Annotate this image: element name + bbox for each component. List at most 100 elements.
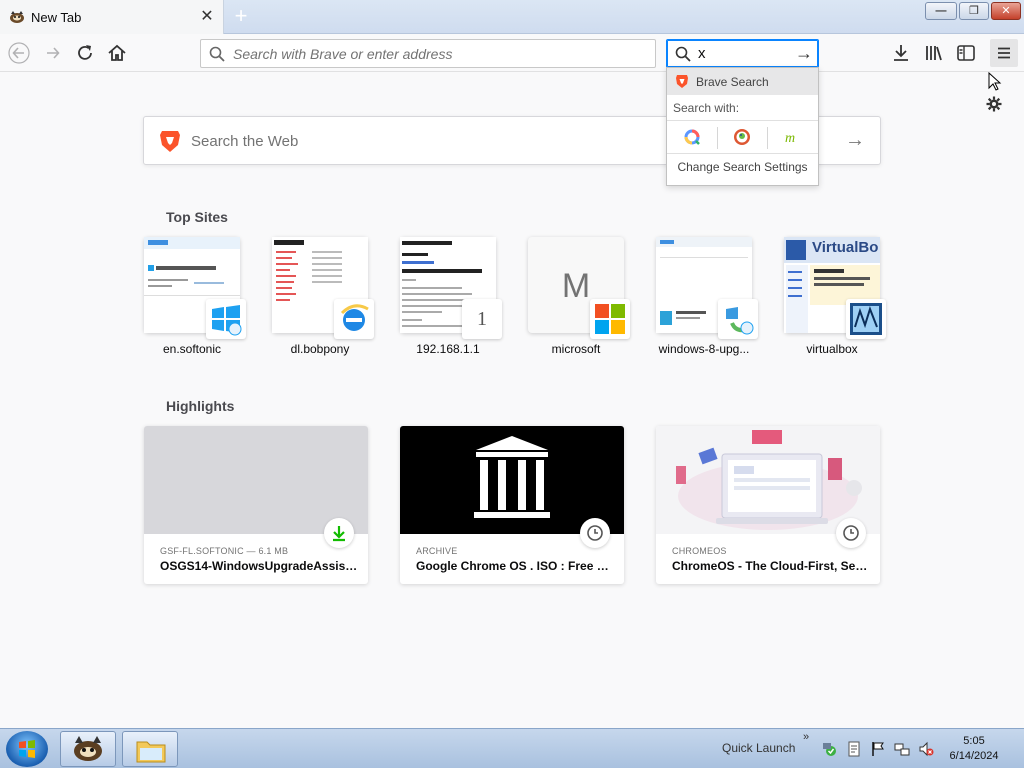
site-label: en.softonic [162,342,222,356]
site-thumbnail: 1 [400,237,502,339]
engine-brave-search[interactable]: Brave Search [667,68,818,95]
address-input[interactable] [233,44,643,64]
site-letter: 1 [477,308,487,330]
windows-logo-icon [212,305,242,336]
back-icon[interactable] [8,42,30,64]
highlight-title: OSGS14-WindowsUpgradeAssist... [160,559,358,573]
reload-icon[interactable] [74,42,96,64]
site-label: windows-8-upg... [658,342,750,356]
site-thumbnail: VirtualBo [784,237,886,339]
title-bar: New Tab ✕ + — ❐ ✕ [0,0,1024,34]
web-search-submit-button[interactable]: → [845,129,865,152]
change-search-settings-button[interactable]: Change Search Settings [667,160,818,174]
new-tab-button[interactable]: + [230,5,252,28]
system-clock[interactable]: 5:05 6/14/2024 [944,734,1004,764]
windows-update-icon [726,307,754,335]
highlight-card[interactable]: ARCHIVE Google Chrome OS . ISO : Free D.… [400,426,624,584]
library-icon[interactable] [923,42,945,64]
maximize-icon: ❐ [969,5,979,17]
windows-start-icon [19,740,35,758]
tab-title: New Tab [31,10,82,25]
search-with-label: Search with: [673,101,740,115]
minimize-icon: — [935,5,947,17]
web-search-placeholder: Search the Web [191,133,299,150]
highlight-card[interactable]: GSF-FL.SOFTONIC — 6.1 MB OSGS14-WindowsU… [144,426,368,584]
hamburger-icon [998,47,1010,59]
close-icon: ✕ [1001,5,1011,17]
minimize-button[interactable]: — [925,2,957,20]
forward-icon[interactable] [42,42,64,64]
site-label: microsoft [551,342,601,356]
close-window-button[interactable]: ✕ [991,2,1021,20]
engine-label: Brave Search [696,75,769,89]
address-bar[interactable] [200,39,656,68]
download-icon [333,526,345,542]
nav-toolbar: x → [0,34,1024,72]
top-sites-title: Top Sites [166,209,228,225]
sidebar-icon[interactable] [955,42,977,64]
recent-badge [836,518,866,548]
clock-icon [587,525,603,541]
qwant-icon[interactable] [683,128,701,146]
top-site-tile[interactable]: 1 192.168.1.1 [400,237,502,356]
site-thumbnail [272,237,374,339]
site-thumbnail [144,237,246,339]
search-icon [675,46,691,62]
separator [717,127,718,149]
highlight-card[interactable]: CHROMEOS ChromeOS - The Cloud-First, Sec… [656,426,880,584]
action-center-flag-icon[interactable] [870,741,886,757]
top-site-tile[interactable]: en.softonic [144,237,246,356]
search-go-button[interactable]: → [794,43,814,63]
gear-icon[interactable] [985,95,1003,113]
start-button[interactable] [6,731,48,767]
browser-logo-icon [74,736,102,761]
site-icon-badge [206,299,246,339]
mojeek-icon[interactable]: m [783,128,801,146]
one-off-engines: m [667,120,818,154]
menu-button[interactable] [990,39,1018,67]
highlight-title: Google Chrome OS . ISO : Free D... [416,559,614,573]
volume-muted-icon[interactable] [918,741,934,757]
mouse-cursor-icon [988,72,1002,91]
taskbar-explorer-button[interactable] [122,731,178,767]
quick-launch-label: Quick Launch [722,741,796,755]
search-suggestions-popup: Brave Search Search with: m Change Searc… [666,67,819,186]
downloads-icon[interactable] [890,42,912,64]
highlight-title: ChromeOS - The Cloud-First, Sec... [672,559,870,573]
search-bar[interactable]: x → [666,39,819,68]
search-icon [209,46,225,62]
tab-close-icon[interactable]: ✕ [198,8,216,26]
document-icon[interactable] [846,741,862,757]
network-icon[interactable] [894,741,910,757]
highlight-context: GSF-FL.SOFTONIC — 6.1 MB [160,546,289,556]
tab-new-tab[interactable]: New Tab ✕ [0,0,224,34]
highlights-title: Highlights [166,398,235,414]
site-icon-badge: 1 [462,299,502,339]
site-thumbnail [656,237,758,339]
highlight-context: ARCHIVE [416,546,458,556]
brave-logo-icon [160,131,180,152]
duckduckgo-icon[interactable] [733,128,751,146]
home-icon[interactable] [106,42,128,64]
top-site-tile[interactable]: VirtualBo virtualbox [784,237,886,356]
clock-icon [843,525,859,541]
separator [767,127,768,149]
clock-time: 5:05 [963,735,985,747]
security-center-icon[interactable] [822,741,838,757]
folder-icon [136,741,166,763]
quick-launch-chevron[interactable]: » [803,731,809,743]
virtualbox-logo-icon [850,303,882,335]
svg-text:m: m [785,131,795,146]
recent-badge [580,518,610,548]
clock-date: 6/14/2024 [949,750,999,762]
maximize-button[interactable]: ❐ [959,2,989,20]
search-input[interactable]: x [698,45,706,62]
top-site-tile[interactable]: M microsoft [528,237,630,356]
site-thumbnail: M [528,237,630,339]
site-label: virtualbox [806,342,858,356]
site-label: 192.168.1.1 [416,342,480,356]
top-site-tile[interactable]: windows-8-upg... [656,237,758,356]
site-icon-badge [334,299,374,339]
taskbar-browser-button[interactable] [60,731,116,767]
top-site-tile[interactable]: dl.bobpony [272,237,374,356]
